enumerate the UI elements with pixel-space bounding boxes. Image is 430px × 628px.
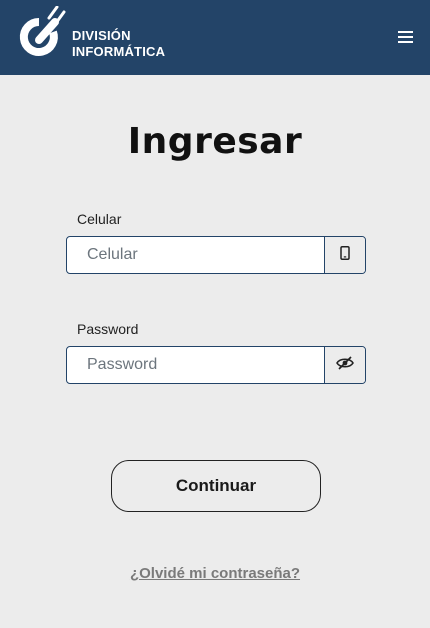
phone-addon — [324, 237, 365, 273]
phone-label: Celular — [77, 211, 122, 227]
hamburger-menu-icon[interactable] — [396, 29, 416, 45]
brand-line-1: DIVISIÓN — [72, 28, 131, 43]
page-title: Ingresar — [127, 121, 303, 162]
brand-name: DIVISIÓN INFORMÁTICA — [72, 28, 165, 60]
password-input-group — [66, 346, 366, 384]
password-input[interactable] — [67, 347, 324, 383]
brand-line-2: INFORMÁTICA — [72, 44, 166, 59]
forgot-password-link[interactable]: ¿Olvidé mi contraseña? — [0, 565, 430, 582]
phone-input[interactable] — [67, 237, 324, 273]
power-plug-icon[interactable] — [19, 5, 67, 60]
toggle-password-button[interactable] — [324, 347, 365, 383]
password-label: Password — [77, 321, 139, 337]
app-header: DIVISIÓN INFORMÁTICA — [0, 0, 430, 75]
eye-slash-icon — [336, 355, 354, 375]
phone-input-group — [66, 236, 366, 274]
continue-button[interactable]: Continuar — [111, 460, 321, 512]
mobile-phone-icon — [340, 245, 350, 265]
